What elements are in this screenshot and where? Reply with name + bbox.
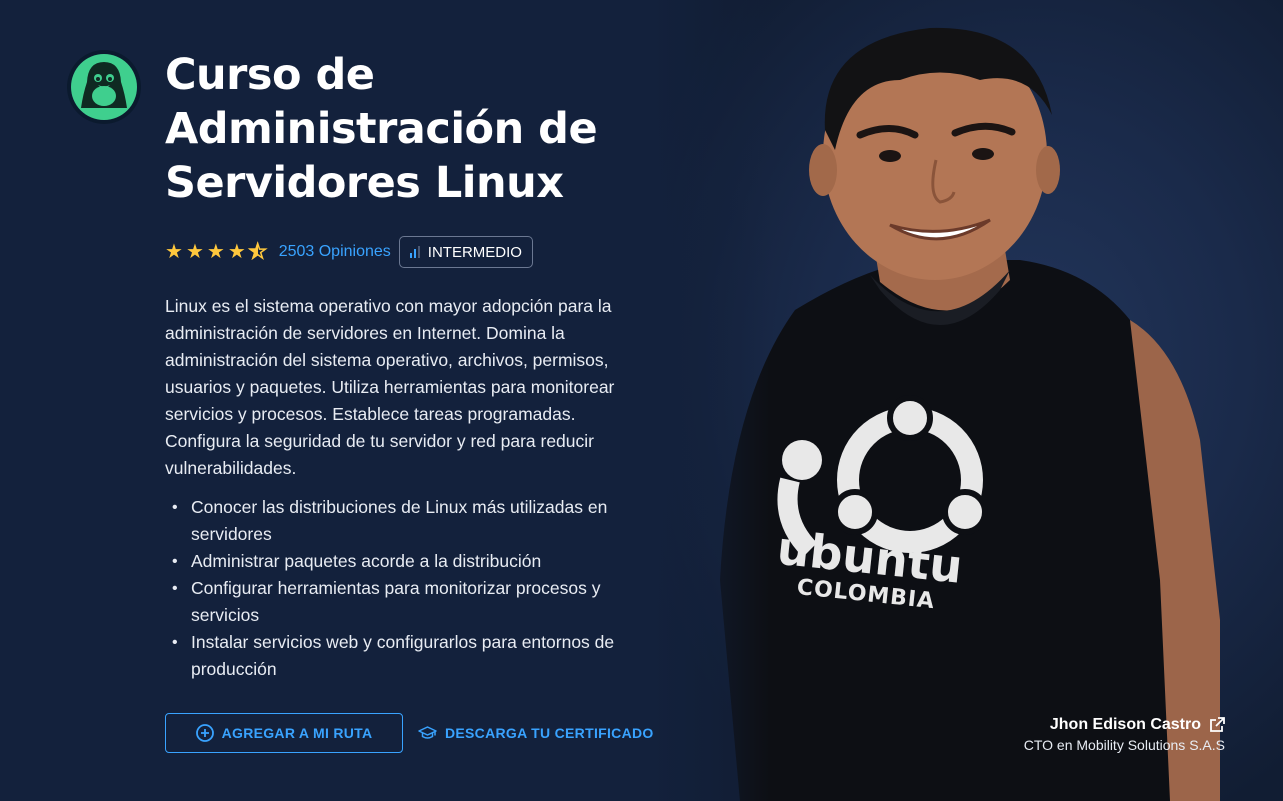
download-certificate-label: DESCARGA TU CERTIFICADO	[445, 725, 654, 741]
linux-penguin-icon	[71, 54, 137, 120]
teacher-name-row[interactable]: Jhon Edison Castro	[1024, 716, 1225, 734]
course-logo	[67, 50, 141, 124]
goal-item: Conocer las distribuciones de Linux más …	[165, 494, 635, 548]
rating-stars: ★ ★ ★ ★ ★	[165, 241, 267, 263]
level-label: INTERMEDIO	[427, 243, 522, 261]
hero-fade	[650, 0, 770, 801]
goal-item: Configurar herramientas para monitorizar…	[165, 575, 635, 629]
goal-item: Instalar servicios web y configurarlos p…	[165, 629, 635, 683]
half-star-icon: ★	[248, 241, 267, 263]
download-certificate-button[interactable]: DESCARGA TU CERTIFICADO	[418, 713, 654, 753]
teacher-role: CTO en Mobility Solutions S.A.S	[1023, 737, 1225, 753]
instructor-photo	[720, 27, 1220, 801]
star-icon: ★	[206, 241, 225, 263]
level-bars-icon	[409, 246, 420, 258]
course-goals: Conocer las distribuciones de Linux más …	[165, 494, 635, 683]
course-title: Curso de Administración de Servidores Li…	[165, 50, 598, 208]
teacher-info: Jhon Edison Castro CTO en Mobility Solut…	[1024, 716, 1225, 753]
rating-row: ★ ★ ★ ★ ★ 2503 Opiniones INTERMEDIO	[165, 235, 533, 269]
graduation-cap-icon	[418, 726, 437, 739]
star-icon: ★	[165, 241, 183, 263]
goal-item: Administrar paquetes acorde a la distrib…	[165, 548, 635, 575]
teacher-name[interactable]: Jhon Edison Castro	[1050, 716, 1201, 734]
external-link-icon[interactable]	[1209, 717, 1225, 733]
course-hero: ubuntu COLOMBIA Curso de Administración …	[0, 0, 1283, 801]
add-to-route-button[interactable]: AGREGAR A MI RUTA	[165, 713, 403, 753]
course-description: Linux es el sistema operativo con mayor …	[165, 296, 615, 478]
star-icon: ★	[185, 241, 204, 263]
add-to-route-label: AGREGAR A MI RUTA	[221, 725, 373, 741]
star-icon: ★	[227, 241, 246, 263]
opinions-link[interactable]: 2503 Opiniones	[279, 243, 391, 261]
plus-circle-icon	[195, 724, 214, 742]
level-badge: INTERMEDIO	[398, 236, 533, 268]
